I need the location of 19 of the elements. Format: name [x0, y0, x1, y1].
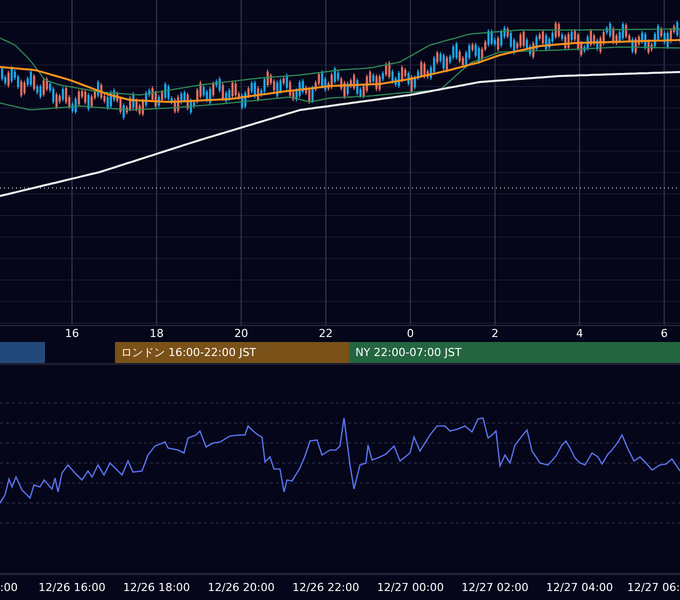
time-label: 12/27 02:00 — [462, 581, 528, 595]
time-label: 12/26 18:00 — [123, 581, 190, 595]
axis-label: 2 — [492, 327, 498, 341]
time-label: 12/26 22:00 — [292, 581, 360, 595]
time-label: :00 — [0, 581, 18, 595]
axis-label: 0 — [406, 327, 414, 341]
axis-label: 4 — [576, 327, 584, 341]
axis-label: 6 — [660, 327, 668, 341]
time-label: 12/27 04:00 — [546, 581, 614, 595]
axis-label: 22 — [318, 327, 333, 341]
time-label: 12/26 20:00 — [208, 581, 275, 595]
time-label: 12/26 16:00 — [38, 581, 106, 595]
axis-label: 16 — [65, 327, 79, 341]
time-label: 12/27 06: — [627, 581, 680, 595]
axis-label: 20 — [234, 327, 248, 341]
session-bar: ロンドン 16:00-22:00 JST — [114, 342, 350, 363]
axis-label: 18 — [150, 327, 164, 341]
session-bar: NY 22:00-07:00 JST — [349, 342, 680, 363]
time-label: 12/27 00:00 — [376, 581, 444, 595]
